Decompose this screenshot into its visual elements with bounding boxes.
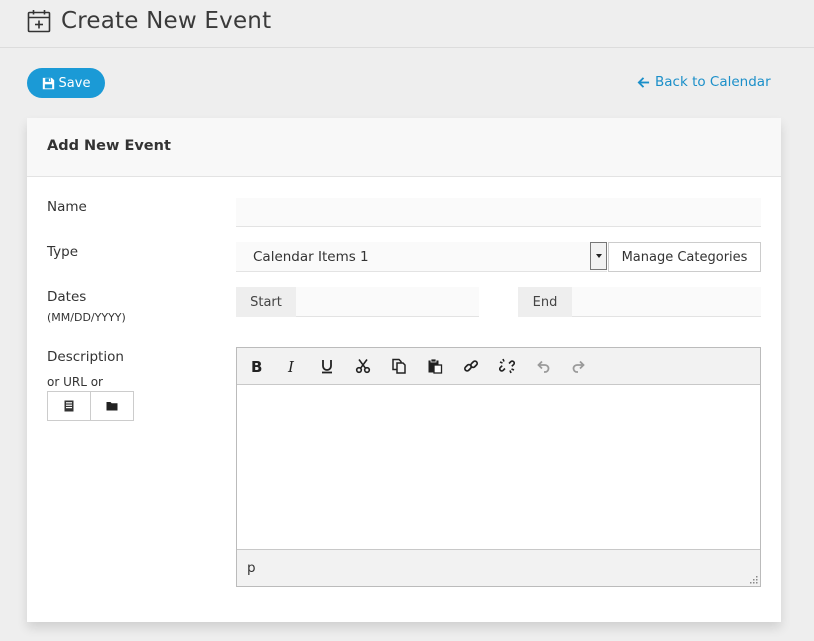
link-button[interactable]: [461, 356, 481, 376]
url-button-group: [47, 391, 134, 421]
copy-button[interactable]: [389, 356, 409, 376]
type-select[interactable]: Calendar Items 1: [236, 242, 607, 272]
italic-button[interactable]: I: [282, 356, 302, 376]
cut-button[interactable]: [353, 356, 373, 376]
browse-folder-button[interactable]: [90, 392, 133, 420]
end-date-addon: End: [518, 287, 572, 317]
underline-icon: [322, 360, 332, 374]
start-date-input[interactable]: [296, 287, 479, 317]
scissors-icon: [355, 359, 371, 374]
dates-label: Dates: [47, 289, 87, 305]
italic-icon: I: [287, 358, 295, 374]
document-icon: [64, 400, 74, 412]
back-link-label: Back to Calendar: [655, 74, 771, 90]
add-event-panel: Add New Event Name Type Calendar Items 1…: [27, 118, 781, 622]
unlink-button[interactable]: [497, 356, 517, 376]
panel-title: Add New Event: [47, 138, 171, 154]
underline-button[interactable]: [317, 356, 337, 376]
page-title: Create New Event: [61, 8, 272, 34]
dates-format-hint: (MM/DD/YYYY): [47, 311, 126, 324]
bold-icon: B: [251, 358, 262, 374]
resize-handle-icon[interactable]: [748, 574, 758, 584]
back-to-calendar-link[interactable]: Back to Calendar: [637, 74, 771, 90]
panel-header: Add New Event: [27, 118, 781, 177]
bold-button[interactable]: B: [246, 356, 266, 376]
top-bar: Create New Event: [0, 0, 814, 48]
arrow-left-icon: [637, 76, 650, 88]
editor-toolbar: B I: [237, 348, 760, 385]
or-url-label: or URL or: [47, 375, 103, 389]
editor-statusbar: p: [237, 549, 760, 586]
manage-categories-button[interactable]: Manage Categories: [608, 242, 761, 272]
clipboard-icon: [428, 358, 443, 374]
svg-text:B: B: [251, 358, 262, 374]
description-editor: B I p: [236, 347, 761, 587]
redo-icon: [572, 360, 585, 373]
calendar-plus-icon: [27, 10, 51, 33]
undo-button[interactable]: [533, 356, 553, 376]
type-label: Type: [47, 244, 79, 260]
start-date-addon: Start: [236, 287, 296, 317]
redo-button[interactable]: [569, 356, 589, 376]
paste-button[interactable]: [425, 356, 445, 376]
save-button-label: Save: [58, 75, 91, 91]
floppy-disk-icon: [42, 77, 54, 89]
description-label: Description: [47, 349, 124, 365]
svg-text:I: I: [287, 358, 295, 374]
page-link-button[interactable]: [48, 392, 90, 420]
save-button[interactable]: Save: [27, 68, 105, 98]
undo-icon: [537, 360, 550, 373]
link-icon: [464, 360, 479, 372]
type-select-value: Calendar Items 1: [253, 249, 369, 265]
end-date-input[interactable]: [572, 287, 761, 317]
element-path[interactable]: p: [247, 560, 256, 576]
editor-content-area[interactable]: [237, 385, 760, 549]
name-input[interactable]: [236, 198, 761, 227]
type-select-dropdown-arrow[interactable]: [590, 242, 607, 270]
name-label: Name: [47, 199, 87, 215]
copy-icon: [392, 358, 406, 374]
folder-icon: [106, 402, 118, 411]
unlink-icon: [499, 358, 515, 374]
